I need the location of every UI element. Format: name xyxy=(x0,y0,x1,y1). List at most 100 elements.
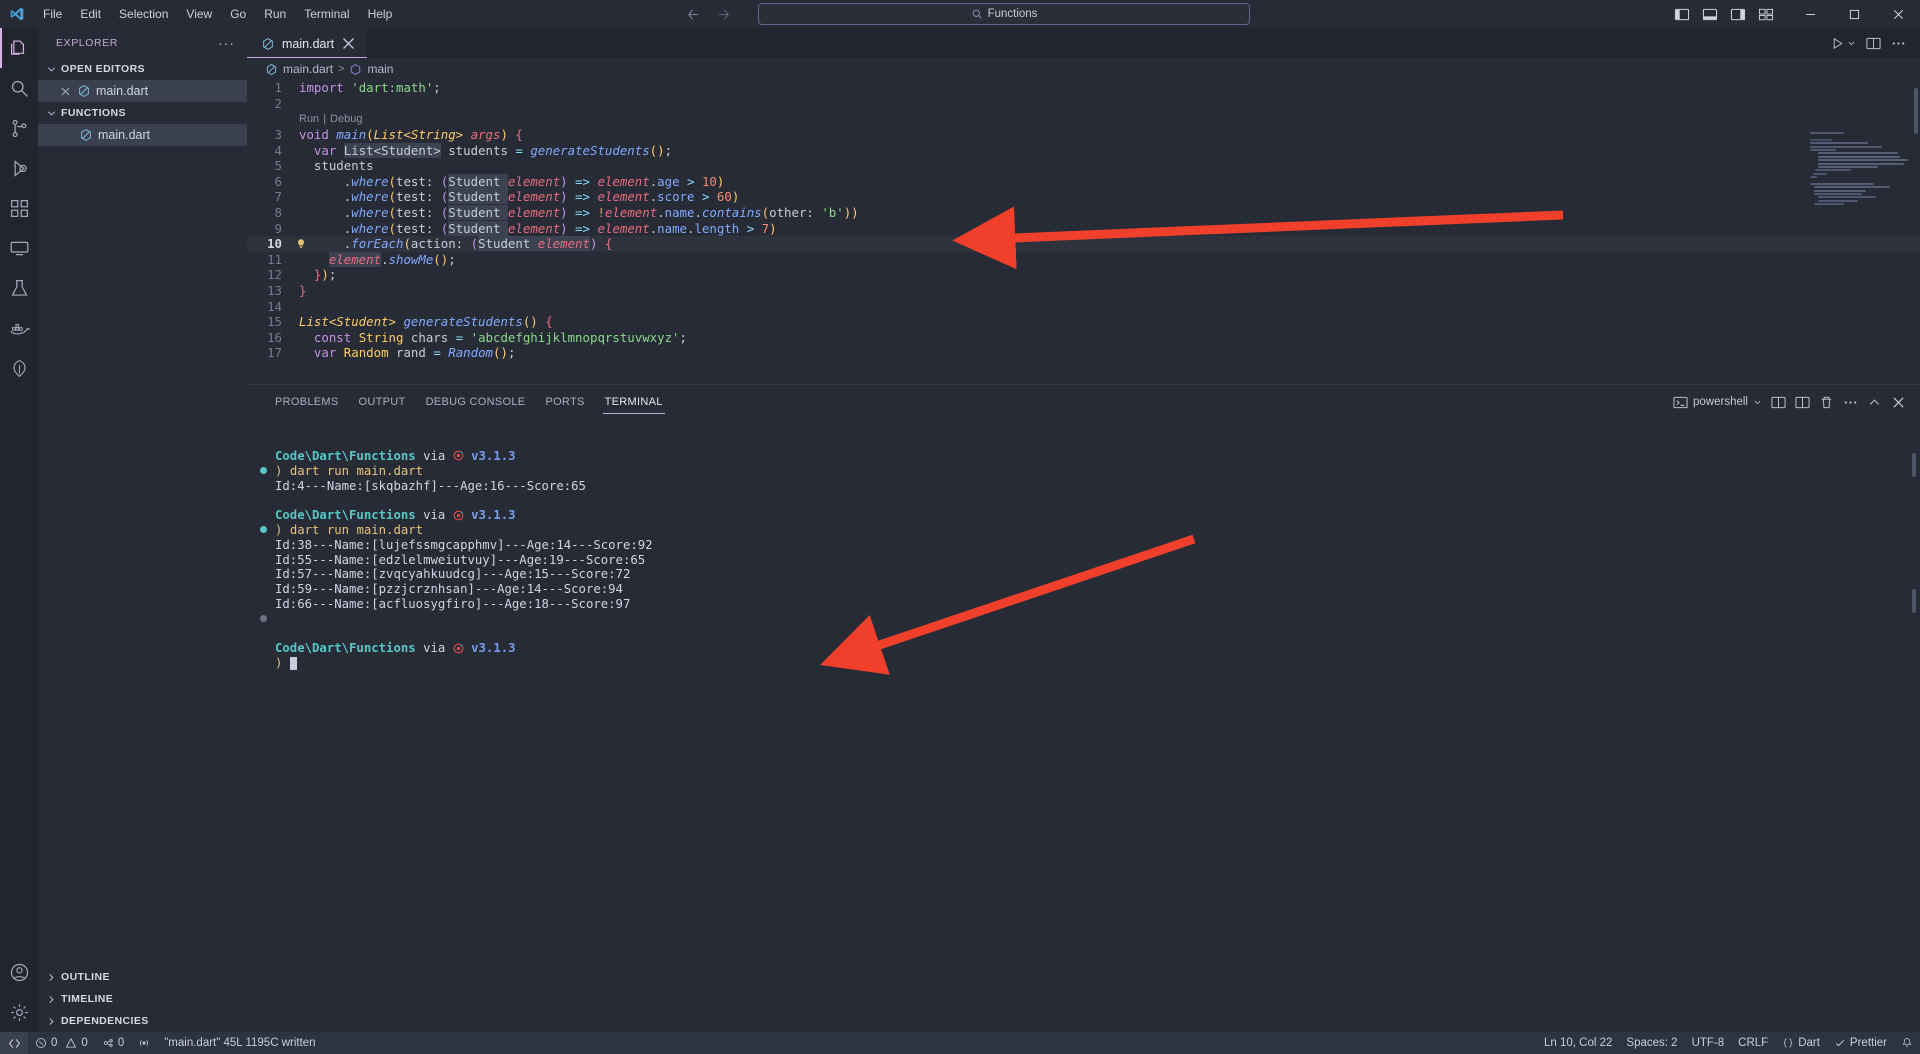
sidebar-more-actions-button[interactable]: ··· xyxy=(218,36,235,50)
title-bar: File Edit Selection View Go Run Terminal… xyxy=(0,0,1920,28)
tab-label: main.dart xyxy=(282,36,335,51)
tab-terminal[interactable]: TERMINAL xyxy=(595,385,673,419)
toggle-secondary-sidebar-icon[interactable] xyxy=(1730,7,1746,22)
status-eol-text: CRLF xyxy=(1738,1037,1769,1049)
terminal-line: Id:38---Name:[lujefssmgcapphmv]---Age:14… xyxy=(257,537,1920,552)
menu-help[interactable]: Help xyxy=(359,3,402,25)
activity-item-source-control[interactable] xyxy=(0,108,38,148)
status-prettier[interactable]: Prettier xyxy=(1827,1032,1894,1054)
symbol-method-icon xyxy=(349,63,362,76)
open-editor-row-main-dart[interactable]: main.dart xyxy=(38,80,247,102)
code-lens-run[interactable]: Run xyxy=(299,113,319,125)
status-problems[interactable]: 0 0 xyxy=(28,1032,95,1054)
menu-terminal[interactable]: Terminal xyxy=(295,3,358,25)
sidebar-section-dependencies[interactable]: DEPENDENCIES xyxy=(38,1010,247,1032)
remote-indicator-icon xyxy=(8,1038,20,1048)
activity-item-run-and-debug[interactable] xyxy=(0,148,38,188)
terminal-shell-selector[interactable]: powershell xyxy=(1673,395,1762,410)
terminal-command: dart run main.dart xyxy=(289,463,424,478)
menu-edit[interactable]: Edit xyxy=(71,3,110,25)
status-language-mode-text: Dart xyxy=(1798,1037,1820,1049)
tab-output[interactable]: OUTPUT xyxy=(349,385,416,419)
terminal-line: Id:57---Name:[zvqcyahkuudcg]---Age:15---… xyxy=(257,567,1920,582)
tab-main-dart[interactable]: main.dart xyxy=(247,28,368,58)
kill-terminal-icon[interactable] xyxy=(1819,395,1834,410)
code-lens-debug[interactable]: Debug xyxy=(330,113,362,125)
menu-view[interactable]: View xyxy=(177,3,221,25)
tab-problems[interactable]: PROBLEMS xyxy=(265,385,349,419)
code-line: 15 List<Student> generateStudents() { xyxy=(247,314,1920,330)
code-line: 9 .where(test: (Student element) => elem… xyxy=(247,220,1920,236)
activity-item-testing[interactable] xyxy=(0,268,38,308)
activity-item-search[interactable] xyxy=(0,68,38,108)
activity-item-settings[interactable] xyxy=(0,992,38,1032)
status-notifications[interactable] xyxy=(1894,1032,1920,1054)
code-lens: Run | Debug xyxy=(247,111,1920,127)
line-number: 14 xyxy=(267,298,282,314)
sidebar-section-label: OUTLINE xyxy=(61,971,110,983)
status-indentation[interactable]: Spaces: 2 xyxy=(1619,1032,1684,1054)
terminal-line-input[interactable]: ) xyxy=(257,656,1920,671)
close-panel-icon[interactable] xyxy=(1891,395,1906,410)
close-button[interactable] xyxy=(1876,0,1920,28)
sidebar-section-timeline[interactable]: TIMELINE xyxy=(38,988,247,1010)
activity-item-docker[interactable] xyxy=(0,308,38,348)
terminal-more-actions-icon[interactable] xyxy=(1843,395,1858,410)
activity-item-remote-explorer[interactable] xyxy=(0,228,38,268)
run-or-debug-button[interactable] xyxy=(1830,36,1856,51)
activity-item-extensions[interactable] xyxy=(0,188,38,228)
sidebar-section-open-editors[interactable]: OPEN EDITORS xyxy=(38,58,247,80)
status-cursor-position[interactable]: Ln 10, Col 22 xyxy=(1537,1032,1619,1054)
command-center[interactable]: Functions xyxy=(758,3,1250,25)
editor-more-actions-icon[interactable] xyxy=(1891,36,1906,51)
chevron-right-icon xyxy=(44,1014,58,1028)
menu-file[interactable]: File xyxy=(34,3,71,25)
status-encoding[interactable]: UTF-8 xyxy=(1685,1032,1732,1054)
terminal-via: via xyxy=(423,508,446,523)
menu-run[interactable]: Run xyxy=(255,3,295,25)
breadcrumb-file[interactable]: main.dart xyxy=(283,62,333,76)
dart-tree-icon xyxy=(12,359,26,377)
status-errors-count: 0 xyxy=(51,1037,58,1049)
close-icon[interactable] xyxy=(60,86,71,97)
minimize-button[interactable] xyxy=(1788,0,1832,28)
toggle-primary-sidebar-icon[interactable] xyxy=(1674,7,1690,22)
editor-scrollbar[interactable] xyxy=(1914,88,1918,134)
activity-item-dart-devtools[interactable] xyxy=(0,348,38,388)
arrow-right-icon[interactable] xyxy=(714,5,732,23)
terminal-output[interactable]: Code\Dart\Functions via v3.1.3 ) dart ru… xyxy=(247,419,1920,1032)
tab-close-icon[interactable] xyxy=(341,36,356,51)
maximize-panel-icon[interactable] xyxy=(1867,395,1882,410)
activity-item-accounts[interactable] xyxy=(0,952,38,992)
activity-item-explorer[interactable] xyxy=(0,28,38,68)
toggle-panel-icon[interactable] xyxy=(1702,7,1718,22)
tab-ports[interactable]: PORTS xyxy=(535,385,594,419)
breadcrumb-symbol[interactable]: main xyxy=(367,62,393,76)
code-lens-sep: | xyxy=(323,112,327,125)
status-language-mode[interactable]: Dart xyxy=(1775,1032,1827,1054)
new-terminal-icon[interactable] xyxy=(1771,395,1786,410)
customize-layout-icon[interactable] xyxy=(1758,7,1774,22)
split-editor-right-icon[interactable] xyxy=(1866,36,1881,51)
tab-debug-console[interactable]: DEBUG CONSOLE xyxy=(416,385,536,419)
code-line: 13} xyxy=(247,283,1920,299)
status-live-share[interactable] xyxy=(131,1032,157,1054)
status-ports[interactable]: 0 xyxy=(95,1032,131,1054)
maximize-button[interactable] xyxy=(1832,0,1876,28)
minimap[interactable] xyxy=(1810,132,1908,372)
terminal-scrollbar[interactable] xyxy=(1912,453,1916,477)
menu-go[interactable]: Go xyxy=(221,3,255,25)
arrow-left-icon[interactable] xyxy=(684,5,702,23)
menu-selection[interactable]: Selection xyxy=(110,3,177,25)
dart-file-icon xyxy=(77,84,91,98)
split-terminal-icon[interactable] xyxy=(1795,395,1810,410)
activity-bar xyxy=(0,28,38,1032)
file-row-main-dart[interactable]: main.dart xyxy=(38,124,247,146)
sidebar-section-outline[interactable]: OUTLINE xyxy=(38,966,247,988)
terminal-scrollbar-thumb[interactable] xyxy=(1912,589,1916,613)
sidebar-section-functions[interactable]: FUNCTIONS xyxy=(38,102,247,124)
terminal-prompt-marker: ) xyxy=(275,656,283,671)
remote-indicator-button[interactable] xyxy=(0,1032,28,1054)
status-eol[interactable]: CRLF xyxy=(1731,1032,1775,1054)
